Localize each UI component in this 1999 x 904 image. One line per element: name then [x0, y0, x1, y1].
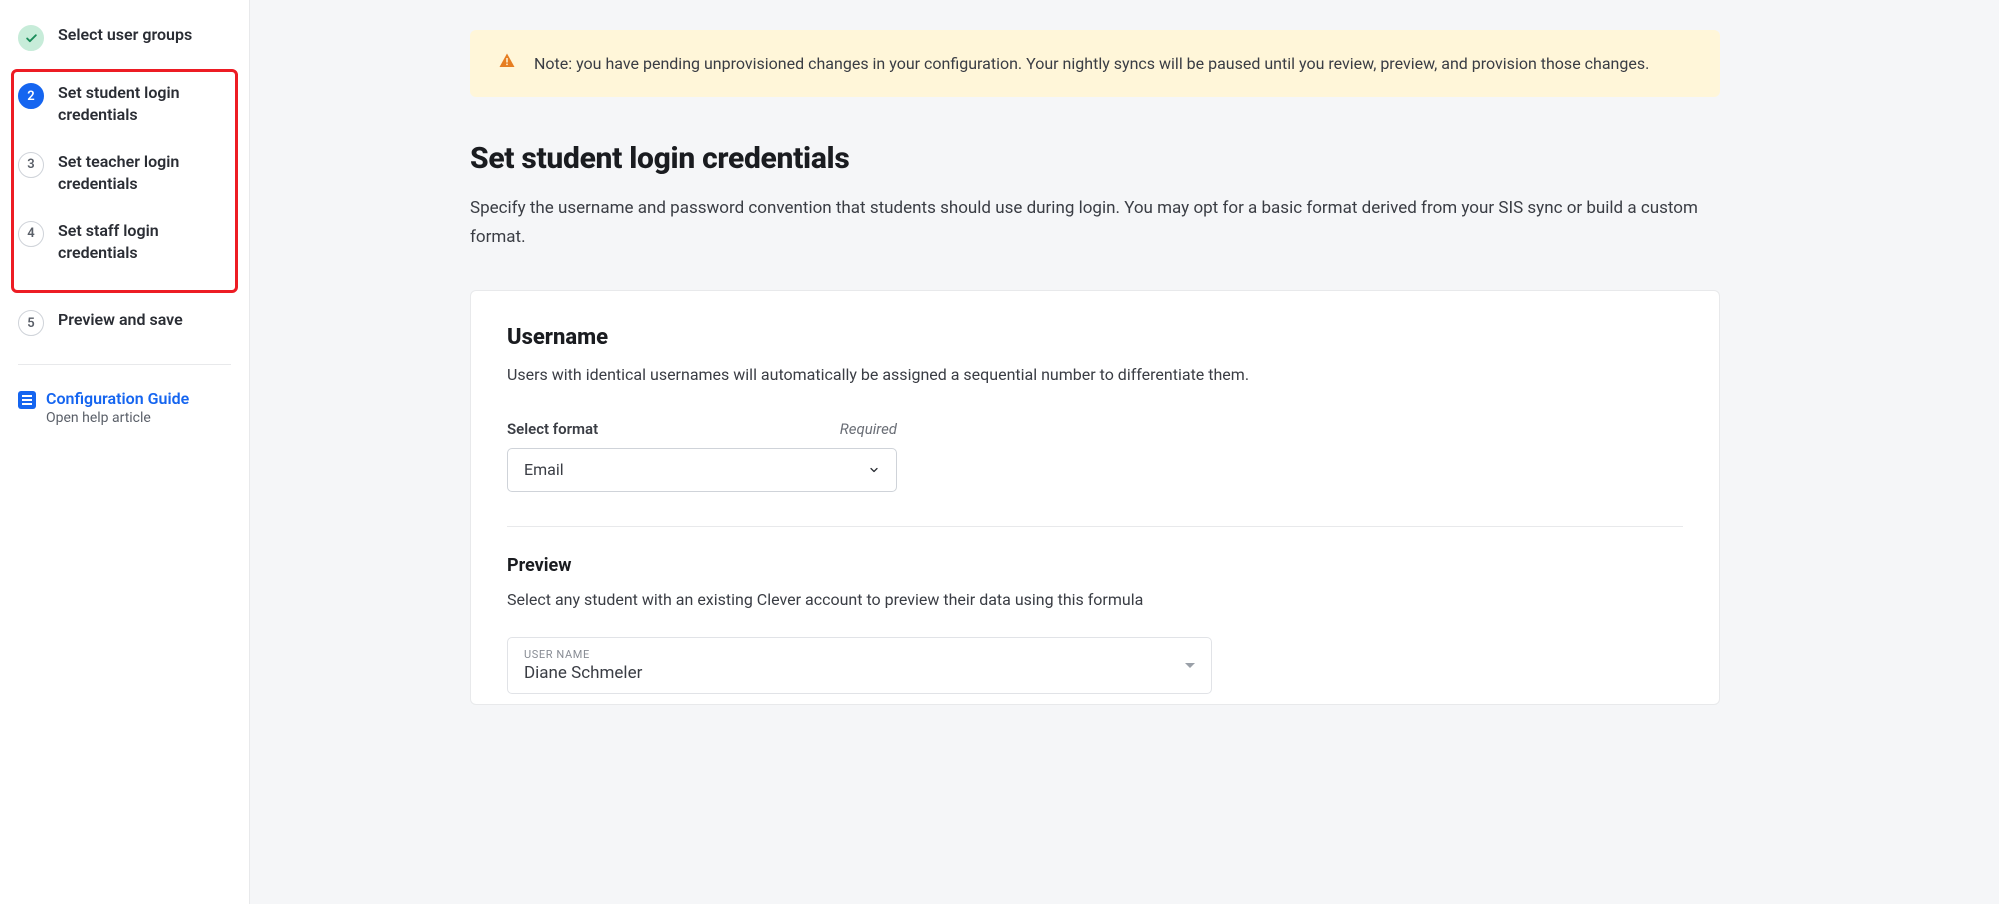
sidebar: Select user groups 2 Set student login c…	[0, 0, 250, 904]
select-format-dropdown[interactable]: Email	[507, 448, 897, 492]
step-number-icon: 4	[18, 221, 44, 247]
step-number-icon: 3	[18, 152, 44, 178]
warning-alert: Note: you have pending unprovisioned cha…	[470, 30, 1720, 97]
step-select-user-groups[interactable]: Select user groups	[18, 24, 231, 51]
preview-select-value: Diane Schmeler	[524, 663, 642, 683]
username-section-title: Username	[507, 325, 1683, 350]
warning-icon	[498, 52, 516, 75]
step-number-icon: 5	[18, 310, 44, 336]
step-label: Set teacher login credentials	[58, 151, 231, 196]
preview-select-label: USER NAME	[524, 648, 642, 661]
main-content: Note: you have pending unprovisioned cha…	[250, 0, 1810, 904]
configuration-guide-link[interactable]: Configuration Guide Open help article	[18, 389, 231, 426]
preview-section-title: Preview	[507, 555, 1683, 576]
step-label: Set student login credentials	[58, 82, 231, 127]
chevron-down-icon	[868, 464, 880, 476]
preview-section-description: Select any student with an existing Clev…	[507, 590, 1683, 609]
username-section-description: Users with identical usernames will auto…	[507, 362, 1683, 388]
step-label: Select user groups	[58, 24, 192, 46]
select-value: Email	[524, 460, 564, 479]
config-guide-title: Configuration Guide	[46, 389, 189, 408]
step-number-icon: 2	[18, 83, 44, 109]
page-title: Set student login credentials	[470, 141, 1720, 176]
triangle-down-icon	[1185, 663, 1195, 668]
credentials-card: Username Users with identical usernames …	[470, 290, 1720, 705]
check-icon	[18, 25, 44, 51]
field-header: Select format Required	[507, 420, 897, 438]
format-label: Select format	[507, 420, 598, 438]
step-label: Set staff login credentials	[58, 220, 231, 265]
document-icon	[18, 391, 36, 409]
alert-text: Note: you have pending unprovisioned cha…	[534, 50, 1649, 77]
preview-user-dropdown[interactable]: USER NAME Diane Schmeler	[507, 637, 1212, 694]
step-set-staff-login[interactable]: 4 Set staff login credentials	[18, 220, 231, 265]
step-set-student-login[interactable]: 2 Set student login credentials	[18, 82, 231, 127]
config-guide-subtitle: Open help article	[46, 410, 189, 426]
step-preview-and-save[interactable]: 5 Preview and save	[18, 309, 231, 336]
step-label: Preview and save	[58, 309, 183, 331]
divider	[18, 364, 231, 365]
divider	[507, 526, 1683, 527]
highlight-annotation: 2 Set student login credentials 3 Set te…	[11, 69, 238, 293]
required-indicator: Required	[840, 420, 897, 438]
page-description: Specify the username and password conven…	[470, 194, 1720, 252]
step-set-teacher-login[interactable]: 3 Set teacher login credentials	[18, 151, 231, 196]
